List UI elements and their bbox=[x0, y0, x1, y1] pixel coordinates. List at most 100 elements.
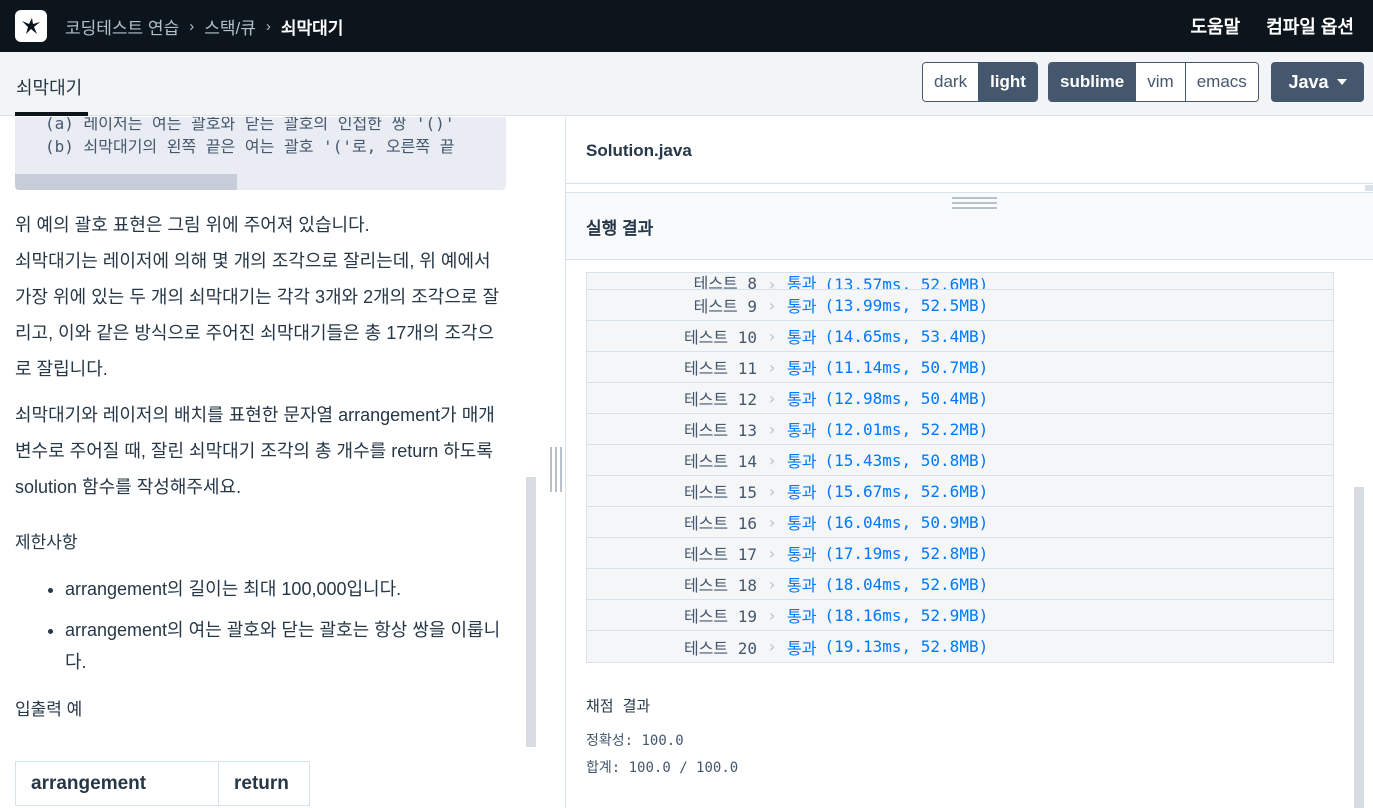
chevron-right-icon: › bbox=[767, 637, 777, 656]
test-status: 통과 bbox=[787, 297, 817, 316]
editor-mode-group: sublime vim emacs bbox=[1048, 62, 1259, 102]
caret-down-icon bbox=[1336, 79, 1347, 85]
test-name: 테스트 18 bbox=[683, 576, 757, 595]
score-summary: 채점 결과 정확성: 100.0 합계: 100.0 / 100.0 bbox=[586, 695, 1334, 782]
chevron-right-icon: › bbox=[767, 605, 777, 625]
chevron-right-icon: › bbox=[767, 295, 777, 315]
editor-vim-button[interactable]: vim bbox=[1136, 63, 1186, 101]
io-example-heading: 입출력 예 bbox=[15, 700, 83, 719]
chevron-right-icon: › bbox=[767, 543, 777, 563]
chevron-right-icon: › bbox=[767, 388, 777, 408]
total-score: 합계: 100.0 / 100.0 bbox=[586, 760, 739, 776]
chevron-right-icon: › bbox=[767, 326, 777, 346]
table-header: return bbox=[218, 761, 310, 806]
test-status: 통과 bbox=[787, 576, 817, 595]
test-detail: (18.16ms, 52.9MB) bbox=[824, 605, 989, 625]
test-name: 테스트 19 bbox=[683, 607, 757, 626]
result-title: 실행 결과 bbox=[586, 219, 654, 238]
test-result-row: 테스트 15 › 통과 (15.67ms, 52.6MB) bbox=[587, 476, 1333, 507]
editor-pane: Solution.java 실행 결과 테스트 8 › 통과 (13.57ms, 52… bbox=[566, 117, 1373, 808]
horizontal-scrollbar[interactable] bbox=[15, 174, 237, 190]
test-name: 테스트 17 bbox=[683, 545, 757, 564]
test-name: 테스트 9 bbox=[693, 297, 757, 316]
test-detail: (19.13ms, 52.8MB) bbox=[824, 637, 989, 656]
drag-handle-icon[interactable] bbox=[952, 197, 997, 212]
chevron-right-icon: › bbox=[265, 17, 271, 35]
paragraph-text: 쇠막대기는 레이저에 의해 몇 개의 조각으로 잘리는데, 위 예에서 가장 위… bbox=[15, 251, 500, 379]
constraints-list: arrangement의 길이는 최대 100,000입니다. arrangem… bbox=[15, 573, 510, 678]
chevron-right-icon: › bbox=[767, 481, 777, 501]
theme-dark-button[interactable]: dark bbox=[923, 63, 980, 101]
test-name: 테스트 10 bbox=[683, 328, 757, 347]
list-item: arrangement의 길이는 최대 100,000입니다. bbox=[65, 573, 510, 605]
theme-light-button[interactable]: light bbox=[979, 63, 1037, 101]
test-name: 테스트 11 bbox=[683, 359, 757, 378]
chevron-right-icon: › bbox=[189, 17, 195, 35]
test-name: 테스트 15 bbox=[683, 483, 757, 502]
vertical-scrollbar[interactable] bbox=[1354, 487, 1364, 808]
test-detail: (12.01ms, 52.2MB) bbox=[824, 419, 989, 439]
test-detail: (15.43ms, 50.8MB) bbox=[824, 450, 989, 470]
paragraph: 쇠막대기와 레이저의 배치를 표현한 문자열 arrangement가 매개변수… bbox=[15, 405, 495, 497]
pane-divider[interactable] bbox=[548, 117, 566, 808]
test-status: 통과 bbox=[787, 421, 817, 440]
test-results-list: 테스트 8 › 통과 (13.57ms, 52.6MB) 테스트 9 › 통과 (13.99m… bbox=[586, 272, 1334, 663]
score-title: 채점 결과 bbox=[586, 697, 651, 715]
test-status: 통과 bbox=[787, 274, 817, 290]
test-detail: (13.57ms, 52.6MB) bbox=[824, 275, 989, 290]
test-detail: (11.14ms, 50.7MB) bbox=[824, 357, 989, 377]
theme-toggle-group: dark light bbox=[922, 62, 1038, 102]
page-title: 쇠막대기 bbox=[16, 78, 83, 98]
chevron-right-icon: › bbox=[767, 450, 777, 470]
test-result-row: 테스트 18 › 통과 (18.04ms, 52.6MB) bbox=[587, 569, 1333, 600]
test-detail: (13.99ms, 52.5MB) bbox=[824, 295, 989, 315]
test-name: 테스트 8 bbox=[693, 274, 757, 290]
language-select[interactable]: Java bbox=[1271, 62, 1364, 102]
table-header-row: arrangement return bbox=[15, 761, 310, 806]
chevron-right-icon: › bbox=[767, 275, 777, 290]
breadcrumb-current: 쇠막대기 bbox=[280, 18, 344, 38]
test-name: 테스트 13 bbox=[683, 421, 757, 440]
chevron-right-icon: › bbox=[767, 574, 777, 594]
test-name: 테스트 14 bbox=[683, 452, 757, 471]
editor-scroll-thumb[interactable] bbox=[1365, 185, 1373, 191]
test-result-row: 테스트 8 › 통과 (13.57ms, 52.6MB) bbox=[587, 273, 1333, 290]
editor-emacs-button[interactable]: emacs bbox=[1185, 63, 1258, 101]
help-link[interactable]: 도움말 bbox=[1191, 13, 1241, 39]
paragraph-text: 위 예의 괄호 표현은 그림 위에 주어져 있습니다. bbox=[15, 215, 370, 235]
test-result-row: 테스트 11 › 통과 (11.14ms, 50.7MB) bbox=[587, 352, 1333, 383]
test-detail: (17.19ms, 52.8MB) bbox=[824, 543, 989, 563]
breadcrumb-item[interactable]: 스택/큐 bbox=[204, 14, 256, 39]
test-name: 테스트 12 bbox=[683, 390, 757, 409]
code-line: (b) 쇠막대기의 왼쪽 끝은 여는 괄호 '('로, 오른쪽 끝 bbox=[45, 137, 455, 156]
list-item: arrangement의 여는 괄호와 닫는 괄호는 항상 쌍을 이룹니다. bbox=[65, 614, 510, 678]
test-status: 통과 bbox=[787, 514, 817, 533]
language-label: Java bbox=[1288, 71, 1329, 92]
table-header: arrangement bbox=[15, 761, 219, 806]
test-status: 통과 bbox=[787, 328, 817, 347]
test-result-row: 테스트 19 › 통과 (18.16ms, 52.9MB) bbox=[587, 600, 1333, 631]
test-status: 통과 bbox=[787, 452, 817, 471]
vertical-scrollbar[interactable] bbox=[526, 477, 536, 747]
filename-tab[interactable]: Solution.java bbox=[586, 141, 692, 161]
breadcrumb-item[interactable]: 코딩테스트 연습 bbox=[65, 14, 179, 39]
result-header: 실행 결과 bbox=[566, 192, 1373, 260]
compile-options-link[interactable]: 컴파일 옵션 bbox=[1266, 13, 1354, 39]
test-result-row: 테스트 12 › 통과 (12.98ms, 50.4MB) bbox=[587, 383, 1333, 414]
editor-header: Solution.java bbox=[566, 117, 1373, 191]
test-result-row: 테스트 13 › 통과 (12.01ms, 52.2MB) bbox=[587, 414, 1333, 445]
editor-sublime-button[interactable]: sublime bbox=[1049, 63, 1137, 101]
constraints-heading: 제한사항 bbox=[15, 533, 78, 552]
resize-grip-icon[interactable] bbox=[549, 447, 563, 492]
test-result-row: 테스트 17 › 통과 (17.19ms, 52.8MB) bbox=[587, 538, 1333, 569]
test-status: 통과 bbox=[787, 359, 817, 378]
accuracy-score: 정확성: 100.0 bbox=[586, 733, 684, 749]
test-detail: (18.04ms, 52.6MB) bbox=[824, 574, 989, 594]
problem-description: 위 예의 괄호 표현은 그림 위에 주어져 있습니다. 쇠막대기는 레이저에 의… bbox=[15, 207, 510, 740]
chevron-right-icon: › bbox=[767, 512, 777, 532]
problem-pane: (a) 레이저는 여는 괄호와 닫는 괄호의 인접한 쌍 '()' (b) 쇠막… bbox=[0, 117, 548, 808]
title-underline bbox=[15, 112, 88, 116]
programmers-logo-icon[interactable] bbox=[15, 10, 47, 42]
chevron-right-icon: › bbox=[767, 357, 777, 377]
test-detail: (14.65ms, 53.4MB) bbox=[824, 326, 989, 346]
